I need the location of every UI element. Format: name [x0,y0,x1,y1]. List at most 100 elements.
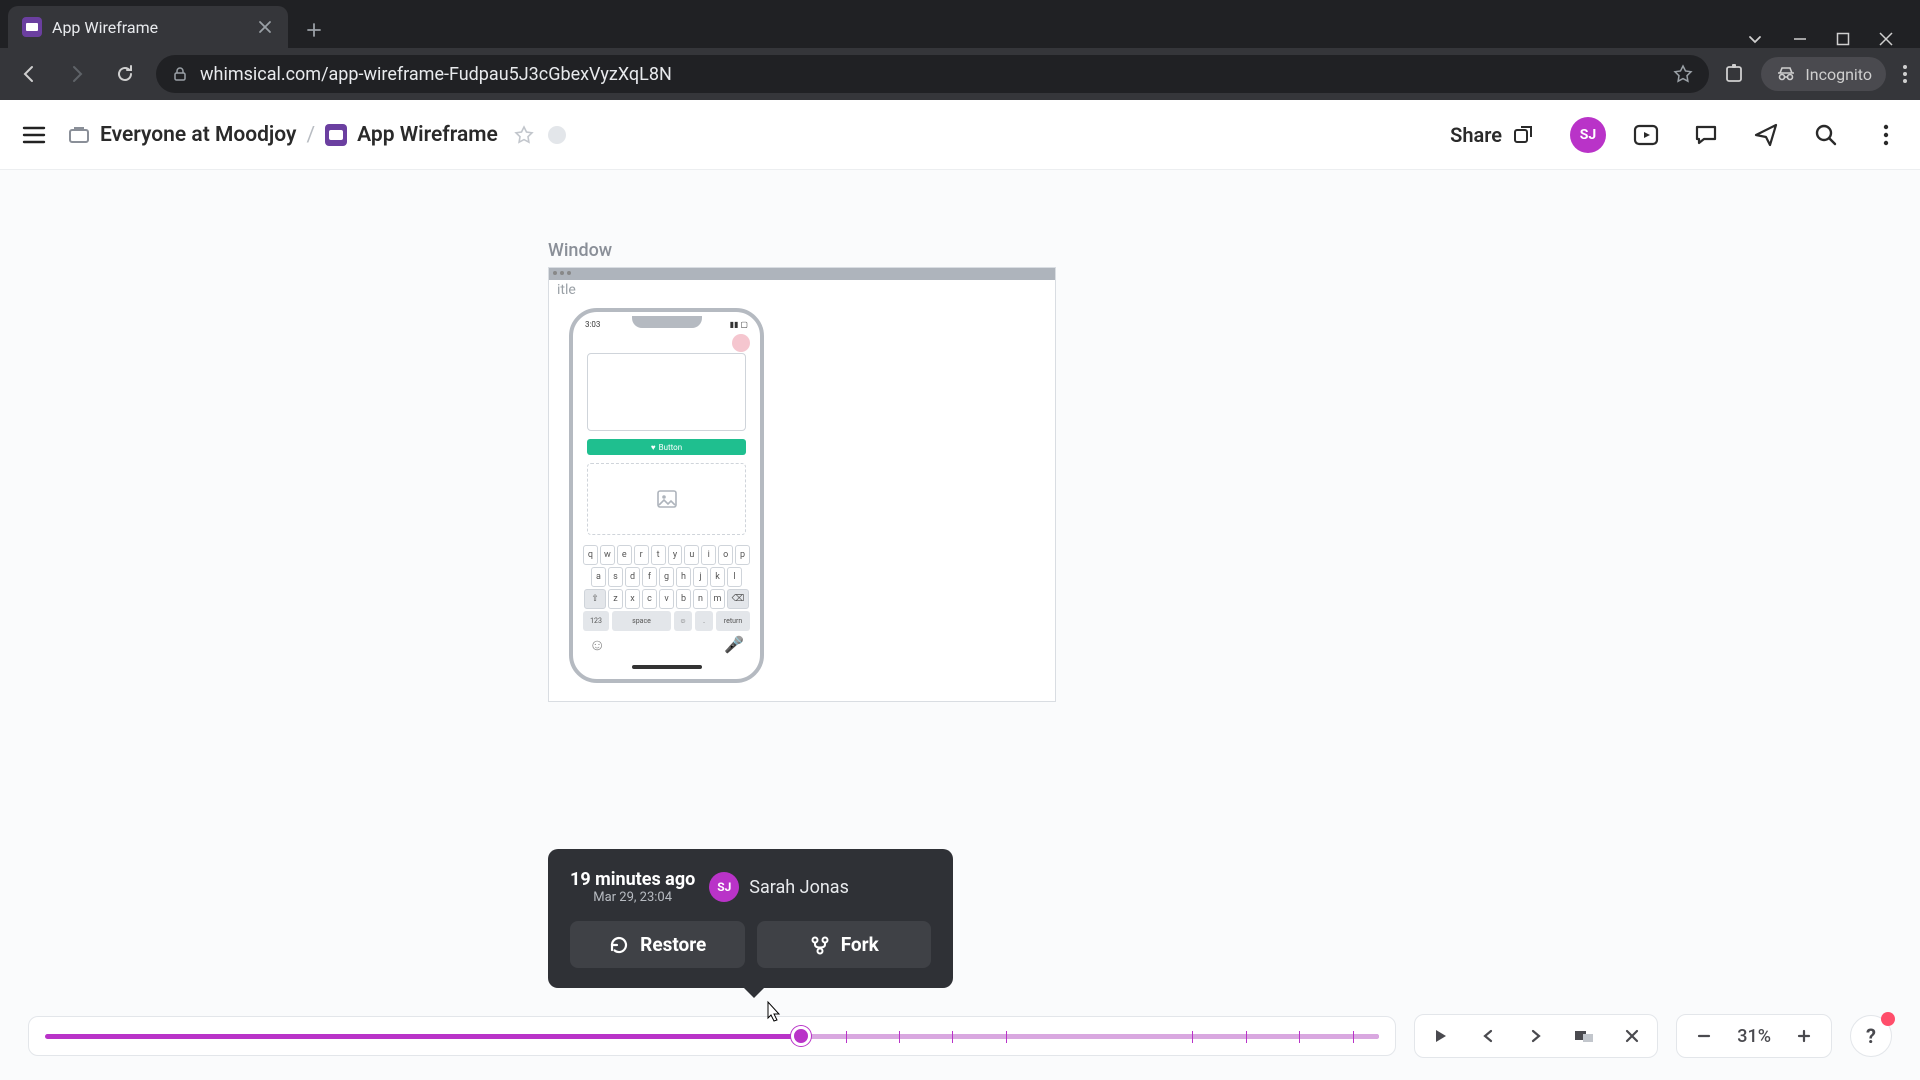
canvas[interactable]: Window itle 3:03 ▮▮ ▢ ♥ Button [0,170,1920,1080]
zoom-controls: 31% [1676,1014,1832,1058]
tab-close-button[interactable] [256,18,274,36]
key-v: v [659,589,674,609]
wireframe-button[interactable]: ♥ Button [587,439,746,455]
fork-button[interactable]: Fork [757,921,932,968]
incognito-label: Incognito [1805,65,1872,84]
history-absolute-time: Mar 29, 23:04 [570,890,695,905]
keyboard: qwertyuiop asdfghjkl ⇧ zxcvbnm ⌫ 123 spa… [579,543,754,657]
history-user-avatar: SJ [709,872,739,902]
workspace-icon [68,124,90,146]
tab-favicon [22,17,42,37]
restore-icon [608,934,630,956]
address-bar[interactable]: whimsical.com/app-wireframe-Fudpau5J3cGb… [156,55,1709,93]
sync-status-icon [548,126,566,144]
search-button[interactable] [1806,115,1846,155]
favorite-star-button[interactable] [514,125,534,145]
wireframe-window[interactable]: itle 3:03 ▮▮ ▢ ♥ Button [548,267,1056,702]
compare-button[interactable] [1563,1019,1605,1053]
user-avatar[interactable]: SJ [1570,117,1606,153]
key-i: i [701,545,716,565]
breadcrumb: Everyone at Moodjoy / App Wireframe [68,123,566,147]
key-o: o [718,545,733,565]
send-button[interactable] [1746,115,1786,155]
browser-tab[interactable]: App Wireframe [8,6,288,48]
document-title[interactable]: App Wireframe [357,123,498,147]
key-l: l [727,567,742,587]
numeric-key: 123 [583,611,609,631]
next-button[interactable] [1515,1019,1557,1053]
key-h: h [676,567,691,587]
key-s: s [608,567,623,587]
fork-icon [809,934,831,956]
history-relative-time: 19 minutes ago [570,869,695,890]
wireframe-label: Window [548,240,1056,261]
play-button[interactable] [1419,1019,1461,1053]
zoom-value[interactable]: 31% [1731,1026,1777,1047]
wireframe-button-label: Button [659,443,683,452]
workspace-name[interactable]: Everyone at Moodjoy [100,123,296,147]
return-key: return [716,611,750,631]
history-user-name: Sarah Jonas [749,877,849,898]
backspace-key: ⌫ [727,589,749,609]
phone-frame[interactable]: 3:03 ▮▮ ▢ ♥ Button qwertyuiop asdfghjkl [569,308,764,683]
zoom-out-button[interactable] [1683,1019,1725,1053]
zoom-in-button[interactable] [1783,1019,1825,1053]
wireframe-card[interactable] [587,353,746,431]
timeline-track[interactable] [45,1034,1379,1039]
emoji-key: ☺ [674,611,692,631]
url-text: whimsical.com/app-wireframe-Fudpau5J3cGb… [200,64,1661,85]
key-j: j [693,567,708,587]
phone-time: 3:03 [585,320,600,329]
key-w: w [600,545,615,565]
timeline-controls [1414,1014,1658,1058]
comments-button[interactable] [1686,115,1726,155]
window-close-button[interactable] [1878,31,1894,47]
new-tab-button[interactable] [296,12,332,48]
key-n: n [693,589,708,609]
incognito-badge[interactable]: Incognito [1761,57,1886,91]
phone-status-icons: ▮▮ ▢ [730,320,748,329]
browser-menu-button[interactable] [1902,63,1908,85]
prev-button[interactable] [1467,1019,1509,1053]
history-timeline[interactable] [28,1016,1396,1056]
key-r: r [634,545,649,565]
mic-icon: 🎤 [724,635,744,655]
share-icon [1512,124,1534,146]
share-label: Share [1450,123,1502,147]
key-q: q [583,545,598,565]
more-menu-button[interactable] [1866,115,1906,155]
wireframe-window-group[interactable]: Window itle 3:03 ▮▮ ▢ ♥ Button [548,240,1056,702]
key-p: p [735,545,750,565]
key-z: z [608,589,623,609]
wireframe-titlebar [549,268,1055,280]
window-minimize-button[interactable] [1792,31,1808,47]
history-tooltip: 19 minutes ago Mar 29, 23:04 SJ Sarah Jo… [548,849,953,988]
close-timeline-button[interactable] [1611,1019,1653,1053]
key-a: a [591,567,606,587]
key-f: f [642,567,657,587]
extensions-icon[interactable] [1723,63,1745,85]
heart-icon: ♥ [651,443,656,452]
browser-reload-button[interactable] [108,57,142,91]
hamburger-menu-button[interactable] [14,115,54,155]
key-e: e [617,545,632,565]
key-m: m [710,589,725,609]
phone-accent-dot [732,334,750,352]
wireframe-image-placeholder[interactable] [587,463,746,535]
share-button[interactable]: Share [1434,115,1550,155]
key-k: k [710,567,725,587]
window-chevron-icon[interactable] [1746,30,1764,48]
key-x: x [625,589,640,609]
timeline-thumb[interactable] [791,1026,811,1046]
phone-notch [632,316,702,328]
shift-key: ⇧ [584,589,606,609]
fork-label: Fork [841,933,879,956]
key-y: y [668,545,683,565]
browser-back-button[interactable] [12,57,46,91]
window-maximize-button[interactable] [1836,32,1850,46]
key-b: b [676,589,691,609]
bookmark-star-icon[interactable] [1673,64,1693,84]
restore-button[interactable]: Restore [570,921,745,968]
present-button[interactable] [1626,115,1666,155]
help-button[interactable]: ? [1850,1015,1892,1057]
